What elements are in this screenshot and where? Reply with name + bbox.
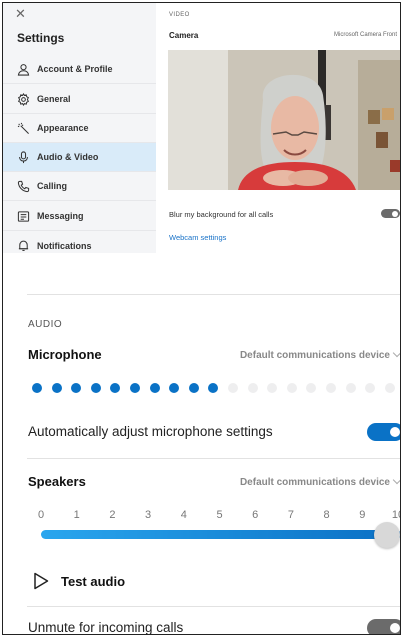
message-icon [16,209,30,223]
speaker-volume-thumb[interactable] [374,522,400,548]
microphone-level-meter [32,383,400,394]
speaker-volume-tick: 6 [252,509,259,521]
mic-level-dot [130,383,140,393]
speaker-volume-tick: 10 [391,509,400,521]
audio-section-label: AUDIO [28,319,63,330]
auto-adjust-microphone-label: Automatically adjust microphone settings [28,424,273,439]
speaker-volume-tick: 0 [37,509,45,521]
settings-sidebar: ✕ Settings Account & Profile General App… [3,3,156,253]
camera-device-select[interactable]: Microsoft Camera Front [334,32,397,38]
bell-icon [16,239,30,253]
mic-level-dot [51,383,62,393]
unmute-incoming-calls-toggle[interactable] [367,619,400,634]
close-icon[interactable]: ✕ [15,7,26,21]
mic-level-dot [169,383,180,393]
microphone-device-value: Default communications device [239,350,390,361]
speaker-volume-tick: 8 [323,509,330,521]
microphone-label: Microphone [28,347,102,362]
microphone-icon [16,150,30,164]
speakers-label: Speakers [28,474,86,489]
settings-title: Settings [17,31,65,45]
sidebar-item-label: Audio & Video [37,152,99,162]
test-audio-button[interactable]: Test audio [33,572,125,590]
divider [27,294,400,295]
divider [27,458,400,459]
sidebar-item-appearance[interactable]: Appearance [3,114,156,143]
mic-level-dot [384,383,395,393]
speaker-volume-ticks: 0 1 2 3 4 5 6 7 8 9 10 [28,509,400,523]
auto-adjust-microphone-toggle[interactable] [367,423,400,441]
speaker-volume-tick: 3 [145,509,152,521]
sidebar-item-general[interactable]: General [3,85,156,114]
mic-level-dot [247,383,258,393]
mic-level-dot [345,383,356,393]
camera-preview-image [168,50,400,190]
divider [27,606,400,607]
mic-level-dot [365,383,376,393]
speakers-device-select[interactable]: Default communications device [239,475,400,488]
person-icon [16,62,30,76]
microphone-device-select[interactable]: Default communications device [239,348,400,361]
sidebar-item-messaging[interactable]: Messaging [3,202,156,231]
chevron-down-icon [392,475,400,485]
sidebar-item-label: General [37,94,71,104]
sidebar-item-notifications[interactable]: Notifications [3,231,156,260]
webcam-settings-link[interactable]: Webcam settings [169,233,226,242]
speaker-volume-tick: 4 [180,509,187,521]
mic-level-dot [71,383,82,393]
unmute-incoming-calls-label: Unmute for incoming calls [28,620,184,635]
mic-level-dot [208,383,219,393]
chevron-down-icon [392,348,400,358]
mic-level-dot [149,383,160,393]
speaker-volume-tick: 9 [359,509,366,521]
speaker-volume-tick: 5 [216,509,223,521]
sidebar-item-label: Appearance [37,123,89,133]
magic-wand-icon [16,121,30,135]
mic-level-dot [286,383,297,393]
mic-level-dot [267,383,278,393]
gear-icon [16,92,30,106]
mic-level-dot [326,383,336,393]
settings-window: ✕ Settings Account & Profile General App… [2,2,401,635]
speaker-volume-tick: 7 [287,509,294,521]
mic-level-dot [188,383,199,393]
speakers-device-value: Default communications device [239,477,390,488]
sidebar-item-label: Calling [37,181,68,191]
sidebar-item-audio-video[interactable]: Audio & Video [3,143,156,172]
mic-level-dot [306,383,317,393]
video-section-label: VIDEO [169,12,190,18]
mic-level-dot [90,383,101,393]
sidebar-item-label: Messaging [37,211,84,221]
speaker-volume-tick: 2 [109,509,116,521]
mic-level-dot [32,383,42,393]
sidebar-item-calling[interactable]: Calling [3,172,156,201]
blur-background-label: Blur my background for all calls [169,210,274,219]
speaker-volume-tick: 1 [73,509,80,521]
camera-preview [168,50,400,190]
test-audio-label: Test audio [61,573,126,589]
sidebar-item-label: Notifications [37,240,92,251]
sidebar-item-account-profile[interactable]: Account & Profile [3,55,156,84]
sidebar-item-label: Account & Profile [37,64,113,74]
blur-background-toggle[interactable] [381,209,400,218]
camera-label: Camera [169,31,199,40]
speaker-volume-track[interactable] [41,530,400,539]
phone-icon [16,179,30,193]
play-icon [34,572,49,590]
mic-level-dot [110,383,121,393]
mic-level-dot [228,383,238,393]
